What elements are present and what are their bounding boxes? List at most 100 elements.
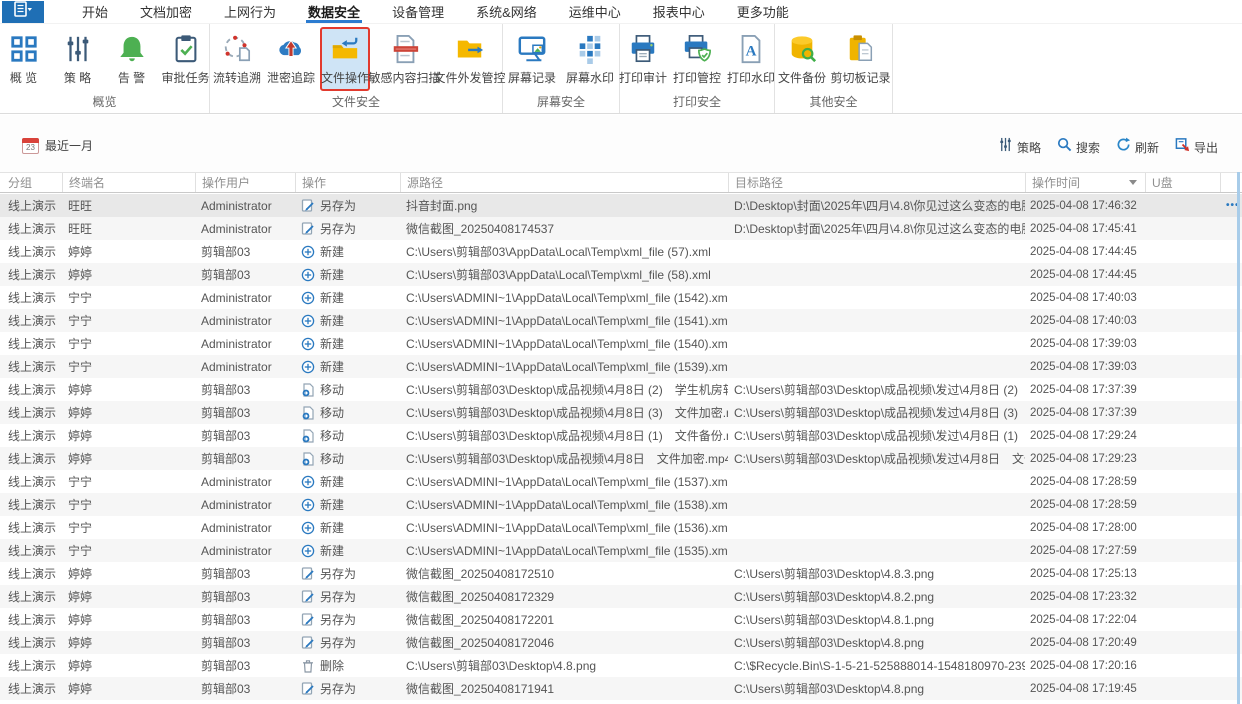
svg-text:A: A <box>746 44 757 60</box>
table-row[interactable]: 线上演示婷婷剪辑部03另存为 <box>0 700 1242 704</box>
menu-item[interactable]: 报表中心 <box>637 0 721 23</box>
table-row[interactable]: 线上演示 婷婷 剪辑部03 另存为 微信截图_20250408172329 C:\User… <box>0 585 1242 608</box>
table-row[interactable]: 线上演示 婷婷 剪辑部03 移动 C:\Users\剪辑部03\Desktop\成品视频… <box>0 424 1242 447</box>
cell-time: 2025-04-08 17:27:59 <box>1030 544 1137 557</box>
table-row[interactable]: 线上演示 婷婷 剪辑部03 移动 C:\Users\剪辑部03\Desktop\成品视频… <box>0 401 1242 424</box>
cell-time: 2025-04-08 17:28:59 <box>1030 498 1137 511</box>
table-row[interactable]: 线上演示 宁宁 Administrator 新建 C:\Users\ADMINI~1\A… <box>0 493 1242 516</box>
cell-terminal: 婷婷 <box>68 682 93 696</box>
vertical-scrollbar[interactable] <box>1237 172 1240 704</box>
cell-user: 剪辑部03 <box>201 590 251 604</box>
table-row[interactable]: 线上演示 宁宁 Administrator 新建 C:\Users\ADMINI~1\A… <box>0 539 1242 562</box>
table-row[interactable]: 线上演示 旺旺 Administrator 另存为 微信截图_2025040817453… <box>0 217 1242 240</box>
menu-item[interactable]: 更多功能 <box>721 0 805 23</box>
date-range-filter[interactable]: 23 最近一月 <box>22 137 93 154</box>
refresh-action[interactable]: 刷新 <box>1116 137 1159 157</box>
table-row[interactable]: 线上演示 宁宁 Administrator 新建 C:\Users\ADMINI~1\A… <box>0 332 1242 355</box>
table-row[interactable]: 线上演示 婷婷 剪辑部03 新建 C:\Users\剪辑部03\AppData\Loca… <box>0 263 1242 286</box>
ribbon-item-alert[interactable]: 告 警 <box>107 27 157 91</box>
cell-time: 2025-04-08 17:44:45 <box>1030 245 1137 258</box>
new-file-icon <box>301 337 315 351</box>
ribbon-item-leak[interactable]: 泄密追踪 <box>266 27 316 91</box>
cell-target: D:\Desktop\封面\2025年\四月\4.8\你见过这么变态的电脑监..… <box>734 199 1025 213</box>
app-menu-button[interactable] <box>2 0 44 23</box>
cell-usb <box>1145 677 1220 700</box>
policy-action[interactable]: 策略 <box>998 137 1041 157</box>
export-action[interactable]: 导出 <box>1175 137 1218 157</box>
table-row[interactable]: 线上演示 婷婷 剪辑部03 另存为 微信截图_20250408172201 C:\User… <box>0 608 1242 631</box>
col-header-group[interactable]: 分组 <box>0 173 62 192</box>
new-file-icon <box>301 544 315 558</box>
col-header-time[interactable]: 操作时间 <box>1025 173 1145 192</box>
cell-source: 微信截图_20250408171941 <box>406 682 555 696</box>
table-row[interactable]: 线上演示 婷婷 剪辑部03 移动 C:\Users\剪辑部03\Desktop\成品视频… <box>0 378 1242 401</box>
ribbon-item-backup[interactable]: 文件备份 <box>777 27 827 91</box>
table-row[interactable]: 线上演示 宁宁 Administrator 新建 C:\Users\ADMINI~1\A… <box>0 286 1242 309</box>
op-label: 新建 <box>320 475 345 489</box>
col-header-terminal[interactable]: 终端名 <box>62 173 195 192</box>
cell-user: 剪辑部03 <box>201 659 251 673</box>
col-header-target[interactable]: 目标路径 <box>728 173 1025 192</box>
col-header-source[interactable]: 源路径 <box>400 173 728 192</box>
table-row[interactable]: 线上演示 婷婷 剪辑部03 另存为 微信截图_20250408172046 C:\User… <box>0 631 1242 654</box>
menu-item[interactable]: 运维中心 <box>553 0 637 23</box>
ribbon-item-screenrec[interactable]: 屏幕记录 <box>505 27 559 91</box>
ribbon-item-printaudit[interactable]: 打印审计 <box>618 27 668 91</box>
cell-usb <box>1145 378 1220 401</box>
cell-user: Administrator <box>201 497 272 512</box>
table-row[interactable]: 线上演示 婷婷 剪辑部03 另存为 微信截图_20250408171941 C:\User… <box>0 677 1242 700</box>
cell-user: 剪辑部03 <box>201 245 251 259</box>
search-action[interactable]: 搜索 <box>1057 137 1100 157</box>
table-row[interactable]: 线上演示 宁宁 Administrator 新建 C:\Users\ADMINI~1\A… <box>0 516 1242 539</box>
menu-item[interactable]: 上网行为 <box>208 0 292 23</box>
ribbon-item-fileop[interactable]: 文件操作 <box>320 27 370 91</box>
op-label: 移动 <box>320 406 345 420</box>
cell-op: 新建 <box>295 263 400 286</box>
cell-target: C:\$Recycle.Bin\S-1-5-21-525888014-15481… <box>734 658 1025 673</box>
col-header-user[interactable]: 操作用户 <box>195 173 295 192</box>
table-row[interactable]: 线上演示 婷婷 剪辑部03 移动 C:\Users\剪辑部03\Desktop\成品视频… <box>0 447 1242 470</box>
table-row[interactable]: 线上演示 婷婷 剪辑部03 删除 C:\Users\剪辑部03\Desktop\4.8.… <box>0 654 1242 677</box>
cell-time: 2025-04-08 17:39:03 <box>1030 337 1137 350</box>
ribbon-item-approval[interactable]: 审批任务 <box>161 27 211 91</box>
table-row[interactable]: 线上演示 旺旺 Administrator 另存为 抖音封面.png D:\Desktop… <box>0 194 1242 217</box>
ribbon-item-outgoing[interactable]: 文件外发管控 <box>434 27 506 91</box>
ribbon-item-scan[interactable]: 敏感内容扫描 <box>369 27 441 91</box>
cell-op: 新建 <box>295 355 400 378</box>
ribbon-group-label: 概览 <box>92 95 117 109</box>
ribbon-item-label: 概 览 <box>9 71 38 85</box>
cell-time: 2025-04-08 17:44:45 <box>1030 268 1137 281</box>
ribbon-item-trace[interactable]: 流转追溯 <box>212 27 262 91</box>
cell-time: 2025-04-08 17:40:03 <box>1030 291 1137 304</box>
menu-item[interactable]: 开始 <box>66 0 124 23</box>
table-row[interactable]: 线上演示 宁宁 Administrator 新建 C:\Users\ADMINI~1\A… <box>0 309 1242 332</box>
table-row[interactable]: 线上演示 婷婷 剪辑部03 新建 C:\Users\剪辑部03\AppData\Loca… <box>0 240 1242 263</box>
table-row[interactable]: 线上演示 宁宁 Administrator 新建 C:\Users\ADMINI~1\A… <box>0 355 1242 378</box>
ribbon: 概 览 策 略告 警审批任务概览 流转追溯 泄密追踪 文件操作 敏感内容扫描 文件外发管控 文… <box>0 24 1242 114</box>
ribbon-item-printwm[interactable]: A 打印水印 <box>726 27 776 91</box>
menu-item[interactable]: 文档加密 <box>124 0 208 23</box>
cell-usb <box>1145 309 1220 332</box>
cell-group: 线上演示 <box>8 406 57 420</box>
ribbon-item-screenwm[interactable]: 屏幕水印 <box>563 27 617 91</box>
cell-time: 2025-04-08 17:29:23 <box>1030 452 1137 465</box>
ribbon-item-clipboard[interactable]: 剪切板记录 <box>831 27 891 91</box>
time-filter-dropdown-icon[interactable] <box>1129 180 1137 185</box>
ribbon-item-policy[interactable]: 策 略 <box>53 27 103 91</box>
move-file-icon <box>301 451 315 466</box>
menu-item[interactable]: 系统&网络 <box>460 0 553 23</box>
cell-usb <box>1145 424 1220 447</box>
printctl-icon <box>681 33 713 65</box>
table-row[interactable]: 线上演示 宁宁 Administrator 新建 C:\Users\ADMINI~1\A… <box>0 470 1242 493</box>
menu-item[interactable]: 设备管理 <box>376 0 460 23</box>
cell-op: 另存为 <box>295 631 400 654</box>
cell-terminal: 婷婷 <box>68 406 93 420</box>
menu-item[interactable]: 数据安全 <box>292 0 376 23</box>
ribbon-item-printctl[interactable]: 打印管控 <box>672 27 722 91</box>
table-row[interactable]: 线上演示 婷婷 剪辑部03 另存为 微信截图_20250408172510 C:\User… <box>0 562 1242 585</box>
col-header-usb[interactable]: U盘 <box>1145 173 1220 192</box>
col-header-op[interactable]: 操作 <box>295 173 400 192</box>
col-header-label: 源路径 <box>407 176 444 190</box>
ribbon-item-overview[interactable]: 概 览 <box>0 27 49 91</box>
cell-source: 微信截图_20250408172510 <box>406 567 555 581</box>
